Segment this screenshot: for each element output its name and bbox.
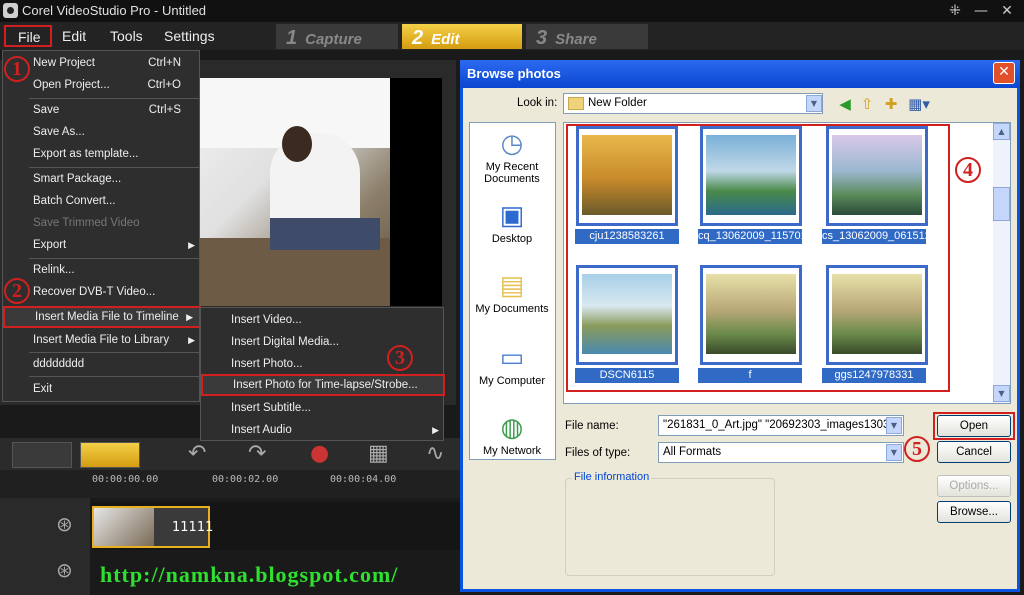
menu-file[interactable]: File: [4, 25, 52, 47]
annotation-5: 5: [904, 436, 930, 462]
menu-item-save-trimmed-video: Save Trimmed Video: [33, 217, 140, 229]
preview-image: [200, 78, 390, 306]
title-bar: Corel VideoStudio Pro - Untitled ⁜ — ✕: [0, 0, 1024, 22]
video-track-icon[interactable]: ⊛: [56, 512, 73, 536]
window-title: Corel VideoStudio Pro - Untitled: [22, 3, 207, 18]
back-icon[interactable]: ◀: [836, 95, 854, 113]
app-icon: [3, 3, 18, 18]
menu-item-insert-media-timeline[interactable]: Insert Media File to Timeline ▶: [3, 306, 201, 328]
tick-label: 00:00:02.00: [212, 474, 279, 485]
look-in-select[interactable]: New Folder ▼: [563, 93, 823, 114]
place-desktop[interactable]: ▣ Desktop: [472, 200, 552, 245]
menu-item-recover-dvbt[interactable]: Recover DVB-T Video...: [3, 281, 201, 303]
submenu-insert-video[interactable]: Insert Video...: [201, 309, 445, 331]
new-folder-icon[interactable]: ✚: [882, 95, 900, 113]
tab-share[interactable]: 3 Share: [526, 24, 648, 49]
file-information-label: File information: [572, 471, 652, 483]
menu-item-exit[interactable]: Exit: [3, 378, 201, 400]
submenu-insert-subtitle[interactable]: Insert Subtitle...: [201, 397, 445, 419]
selection-highlight-box: [566, 124, 950, 392]
clip-thumbnail: [94, 508, 154, 546]
audio-wave-icon[interactable]: ∿: [426, 441, 444, 466]
menu-tools[interactable]: Tools: [110, 28, 143, 44]
view-menu-icon[interactable]: ▦▾: [906, 95, 932, 113]
annotation-1: 1: [4, 56, 30, 82]
blog-url-watermark: http://namkna.blogspot.com/: [100, 562, 399, 587]
tab-capture[interactable]: 1 Capture: [276, 24, 398, 49]
annotation-2: 2: [4, 278, 30, 304]
menu-item-save[interactable]: Save Ctrl+S: [3, 99, 201, 121]
cancel-button[interactable]: Cancel: [937, 441, 1011, 463]
options-button: Options...: [937, 475, 1011, 497]
track-headers: [0, 498, 90, 595]
file-name-label: File name:: [565, 420, 619, 432]
my-computer-icon: ▭: [499, 342, 525, 372]
scroll-thumb[interactable]: [993, 187, 1010, 221]
file-menu-dropdown: New Project Ctrl+N Open Project... Ctrl+O …: [2, 50, 201, 402]
annotation-3: 3: [387, 345, 413, 371]
desktop-icon: ▣: [499, 200, 525, 230]
chevron-down-icon[interactable]: ▼: [886, 444, 902, 461]
menu-item-new-project[interactable]: New Project Ctrl+N: [3, 52, 201, 74]
preview-letterbox: [390, 78, 442, 306]
menu-item-export[interactable]: Export ▶: [3, 234, 201, 256]
up-folder-icon[interactable]: ⇧: [858, 95, 876, 113]
insert-media-submenu: Insert Video... Insert Digital Media... …: [200, 307, 445, 441]
look-in-label: Look in:: [517, 97, 558, 109]
menu-item-export-template[interactable]: Export as template...: [3, 143, 201, 165]
timeline-clip[interactable]: 11111: [92, 506, 214, 548]
timeline-view-button[interactable]: [80, 442, 140, 468]
submenu-insert-photo-timelapse[interactable]: Insert Photo for Time-lapse/Strobe...: [201, 374, 445, 396]
files-of-type-label: Files of type:: [565, 447, 631, 459]
place-my-documents[interactable]: ▤ My Documents: [472, 270, 552, 315]
menu-item-save-as[interactable]: Save As...: [3, 121, 201, 143]
tick-label: 00:00:00.00: [92, 474, 159, 485]
folder-icon: [568, 97, 584, 110]
tick-label: 00:00:04.00: [330, 474, 397, 485]
chevron-down-icon[interactable]: ▼: [886, 417, 902, 434]
scroll-down-icon[interactable]: ▼: [993, 385, 1010, 402]
maximize-icon[interactable]: ⁜: [944, 1, 966, 21]
chevron-down-icon[interactable]: ▼: [806, 95, 822, 112]
browse-button[interactable]: Browse...: [937, 501, 1011, 523]
file-information-group: [565, 478, 775, 576]
place-my-network[interactable]: ◍ My Network: [472, 412, 552, 457]
close-icon[interactable]: ✕: [996, 1, 1018, 21]
files-of-type-select[interactable]: All Formats: [658, 442, 904, 463]
annotation-4: 4: [955, 157, 981, 183]
menu-item-open-project[interactable]: Open Project... Ctrl+O: [3, 74, 201, 96]
undo-icon[interactable]: ↶: [188, 441, 206, 466]
tab-edit[interactable]: 2 Edit: [402, 24, 522, 49]
menu-settings[interactable]: Settings: [164, 28, 215, 44]
redo-icon[interactable]: ↷: [248, 441, 266, 466]
recent-documents-icon: ◷: [500, 128, 524, 158]
my-network-icon: ◍: [500, 412, 524, 442]
clip-label: 11111: [172, 520, 214, 535]
open-button[interactable]: Open: [937, 415, 1011, 437]
file-list-scrollbar[interactable]: ▲ ▼: [993, 123, 1010, 403]
dialog-close-button[interactable]: ✕: [993, 62, 1015, 84]
submenu-insert-audio[interactable]: Insert Audio ▶: [201, 419, 445, 441]
place-recent-documents[interactable]: ◷ My Recent Documents: [472, 128, 552, 185]
file-name-input[interactable]: "261831_0_Art.jpg" "20692303_images13036: [658, 415, 904, 436]
overlay-track-icon[interactable]: ⊛: [56, 558, 73, 582]
menu-item-relink[interactable]: Relink...: [3, 259, 201, 281]
place-my-computer[interactable]: ▭ My Computer: [472, 342, 552, 387]
menu-item-insert-media-library[interactable]: Insert Media File to Library ▶: [3, 329, 201, 351]
menu-item-recent[interactable]: dddddddd: [3, 353, 201, 375]
record-icon[interactable]: ●: [310, 441, 329, 466]
my-documents-icon: ▤: [499, 270, 525, 300]
menu-item-batch-convert[interactable]: Batch Convert...: [3, 190, 201, 212]
dialog-title: Browse photos: [460, 60, 1020, 88]
minimize-icon[interactable]: —: [970, 1, 992, 21]
film-icon[interactable]: ▦: [368, 441, 389, 466]
storyboard-view-button[interactable]: [12, 442, 72, 468]
scroll-up-icon[interactable]: ▲: [993, 123, 1010, 140]
menu-edit[interactable]: Edit: [62, 28, 86, 44]
menu-item-smart-package[interactable]: Smart Package...: [3, 168, 201, 190]
